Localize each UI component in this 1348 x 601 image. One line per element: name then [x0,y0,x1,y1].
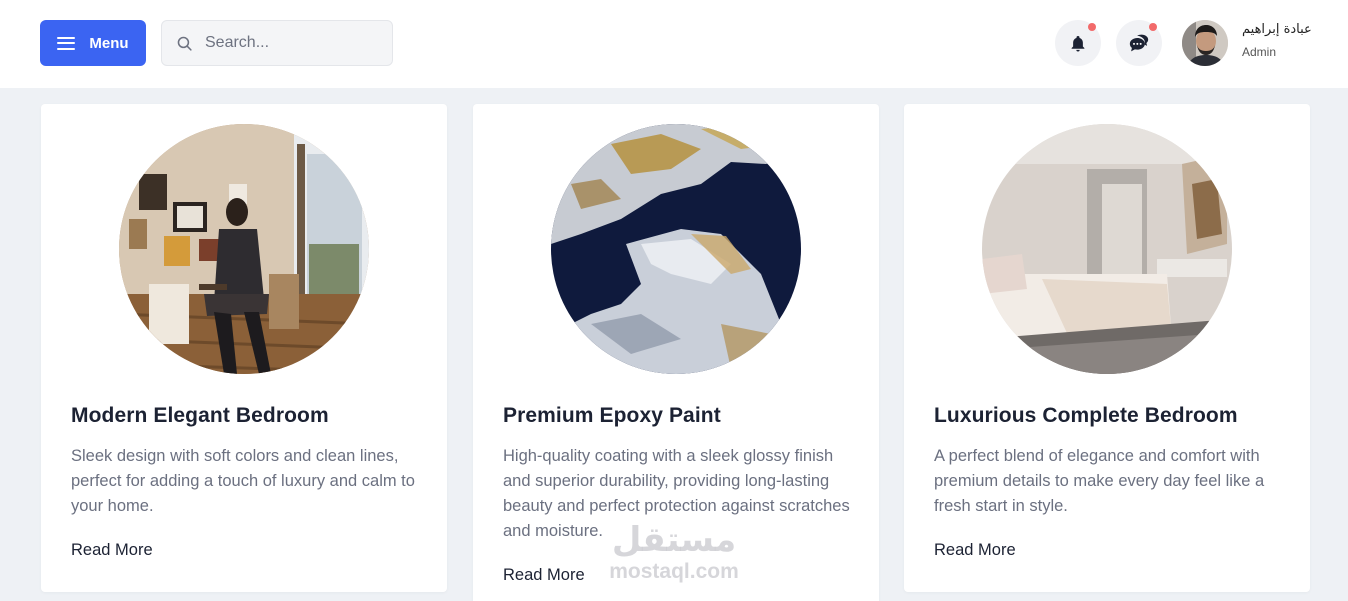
card-image [119,124,369,374]
read-more-link[interactable]: Read More [934,541,1016,560]
card-title: Modern Elegant Bedroom [71,404,329,427]
hamburger-icon [57,36,76,50]
message-dot [1149,23,1157,31]
user-name: عبادة إبراهيم [1242,22,1312,37]
messages-button[interactable] [1116,20,1162,66]
watermark-latin: mostaql.com [609,560,739,583]
search-icon [177,36,192,51]
top-header: Menu عبادة إبراهيم Admin [0,0,1348,88]
product-card: Modern Elegant Bedroom Sleek design with… [41,104,447,592]
watermark: مستقل mostaql.com [594,520,754,584]
search-box[interactable] [161,20,393,66]
card-title: Premium Epoxy Paint [503,404,721,427]
menu-button[interactable]: Menu [40,20,146,66]
card-image [982,124,1232,374]
search-input[interactable] [205,34,375,52]
watermark-arabic: مستقل [611,520,737,560]
read-more-link[interactable]: Read More [71,541,153,560]
card-image [551,124,801,374]
user-avatar[interactable] [1182,20,1228,66]
card-title: Luxurious Complete Bedroom [934,404,1238,427]
user-role: Admin [1242,45,1277,59]
menu-button-label: Menu [89,34,129,52]
card-description: Sleek design with soft colors and clean … [71,447,415,515]
notification-dot [1088,23,1096,31]
bell-icon [1071,35,1085,52]
chat-icon [1129,34,1149,52]
card-description: A perfect blend of elegance and comfort … [934,447,1265,515]
read-more-link[interactable]: Read More [503,566,585,585]
notifications-button[interactable] [1055,20,1101,66]
product-card: Luxurious Complete Bedroom A perfect ble… [904,104,1310,592]
